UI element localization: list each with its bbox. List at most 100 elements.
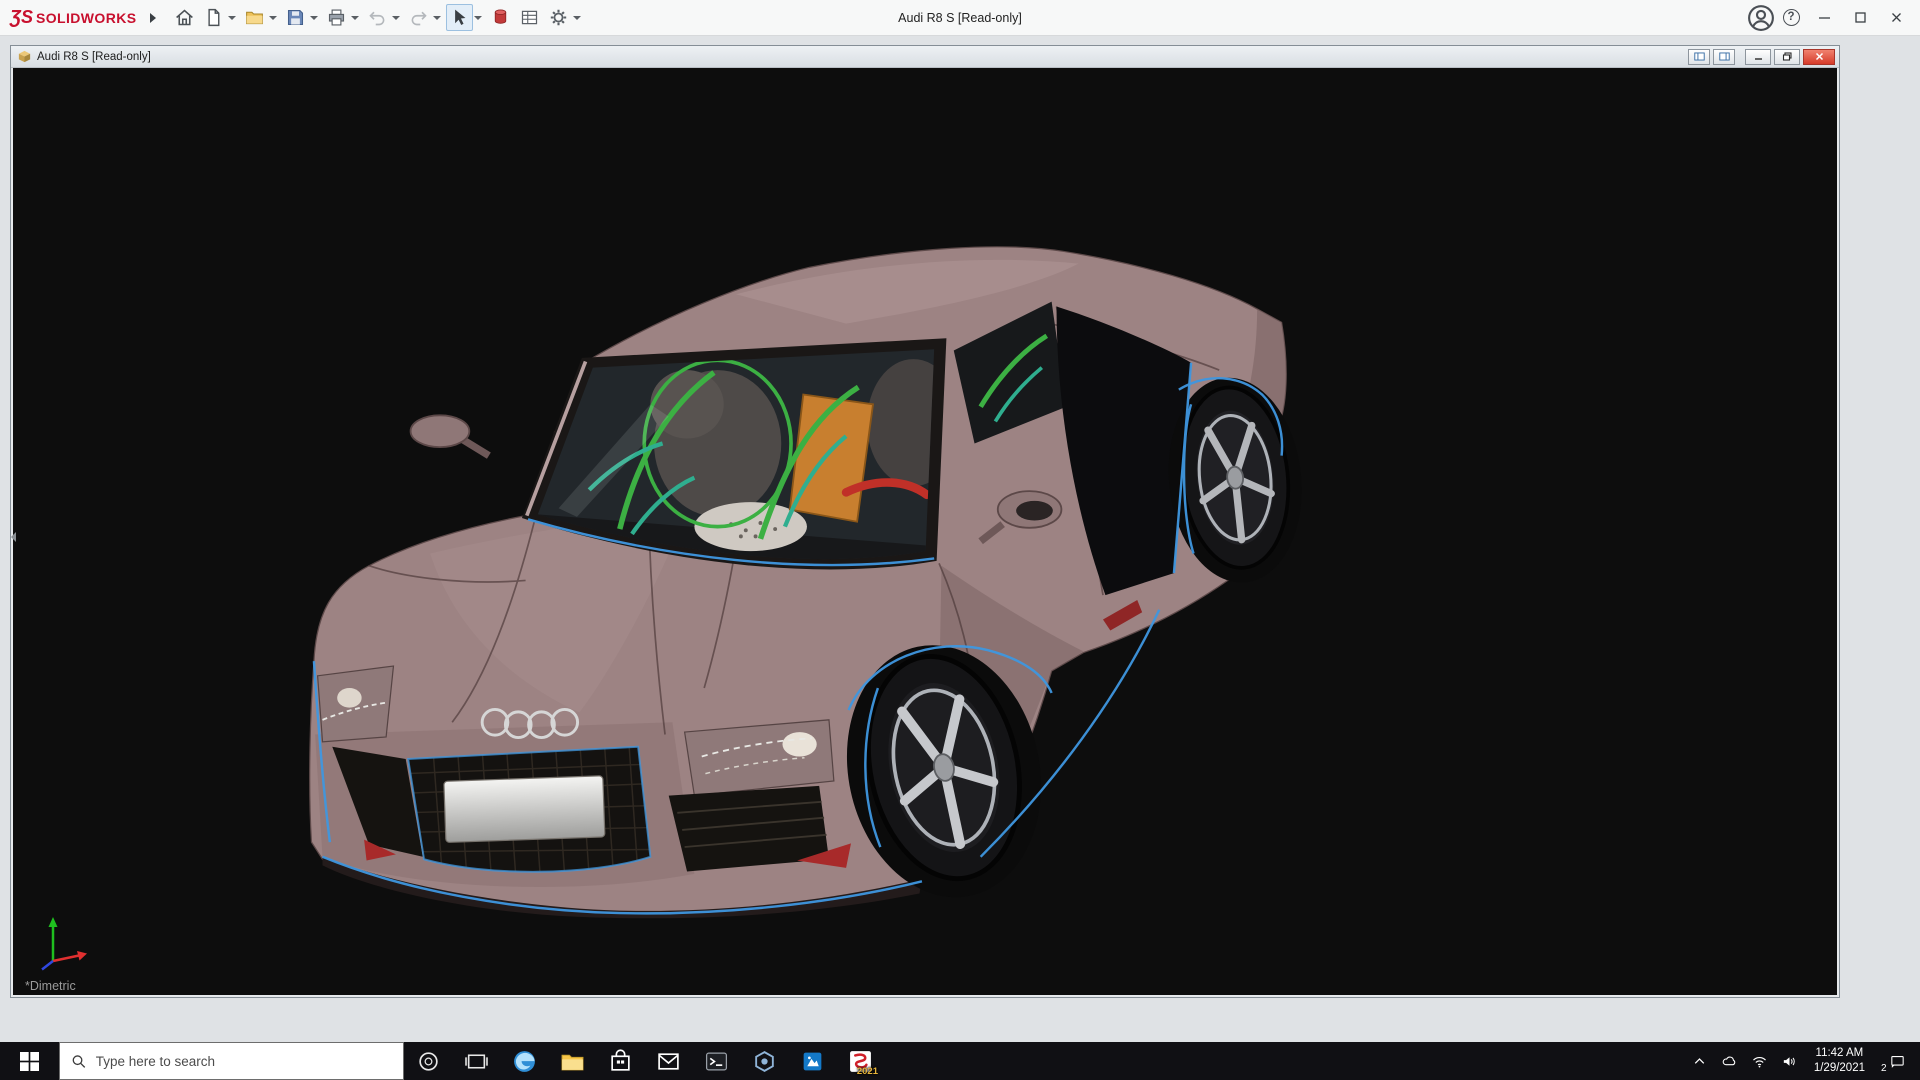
design-table-button[interactable] [516, 4, 543, 31]
select-tool-dropdown-caret[interactable] [474, 16, 482, 20]
3d-scene[interactable] [13, 68, 1837, 995]
edge-button[interactable] [500, 1042, 548, 1080]
cloud-icon [1721, 1053, 1738, 1070]
doc-close-button[interactable] [1803, 49, 1835, 65]
graphics-viewport[interactable]: *Dimetric [13, 68, 1837, 995]
open-button[interactable] [241, 4, 268, 31]
microsoft-store-button[interactable] [596, 1042, 644, 1080]
search-input[interactable] [96, 1054, 392, 1069]
redo-dropdown-caret[interactable] [433, 16, 441, 20]
mail-button[interactable] [644, 1042, 692, 1080]
terminal-button[interactable] [692, 1042, 740, 1080]
document-window: Audi R8 S [Read-only] [10, 45, 1840, 998]
chevron-left-icon [11, 532, 16, 542]
windows-taskbar: 2021 11:42 AM 1/29/2021 2 [0, 1042, 1920, 1080]
chevron-up-icon [1691, 1053, 1708, 1070]
display-pane-toggle-left[interactable] [1688, 49, 1710, 65]
doc-restore-button[interactable] [1774, 49, 1800, 65]
featuremanager-collapse-arrow[interactable] [10, 530, 17, 544]
menu-expand-arrow[interactable] [150, 13, 156, 23]
doc-restore-icon [1782, 52, 1793, 61]
app-toolbar: ƷS SOLIDWORKS Audi R8 S [Read-only] [0, 0, 1920, 36]
options-button[interactable] [545, 4, 572, 31]
car-model[interactable] [310, 247, 1312, 918]
red-cylinder-icon [490, 7, 511, 28]
view-orientation-label: *Dimetric [25, 979, 76, 993]
taskbar-search[interactable] [59, 1042, 404, 1080]
render-tool-button[interactable] [487, 4, 514, 31]
help-button[interactable]: ? [1776, 3, 1806, 33]
home-button[interactable] [171, 4, 198, 31]
tray-expand-button[interactable] [1685, 1042, 1715, 1080]
mail-icon [656, 1049, 681, 1074]
part-document-icon [17, 49, 32, 64]
gear-icon [548, 7, 569, 28]
doc-minimize-icon [1753, 52, 1764, 61]
task-view-button[interactable] [452, 1042, 500, 1080]
user-account-icon [1746, 3, 1776, 33]
home-icon [174, 7, 195, 28]
windows-logo-icon [20, 1052, 39, 1071]
maximize-icon [1853, 10, 1868, 25]
taskbar-clock[interactable]: 11:42 AM 1/29/2021 [1805, 1046, 1874, 1076]
document-title: Audi R8 S [Read-only] [37, 51, 151, 63]
save-button[interactable] [282, 4, 309, 31]
search-icon [71, 1053, 87, 1070]
speaker-icon [1781, 1053, 1798, 1070]
app-window-title: Audi R8 S [Read-only] [898, 11, 1022, 25]
solidworks-version-badge: 2021 [857, 1066, 878, 1077]
print-dropdown-caret[interactable] [351, 16, 359, 20]
doc-minimize-button[interactable] [1745, 49, 1771, 65]
photos-app-button[interactable] [788, 1042, 836, 1080]
network-tray-button[interactable] [1745, 1042, 1775, 1080]
open-folder-icon [244, 7, 265, 28]
start-button[interactable] [0, 1042, 59, 1080]
cortana-button[interactable] [404, 1042, 452, 1080]
file-explorer-button[interactable] [548, 1042, 596, 1080]
design-table-icon [519, 7, 540, 28]
document-titlebar[interactable]: Audi R8 S [Read-only] [11, 46, 1839, 68]
solidworks-logo: ƷS SOLIDWORKS [6, 7, 144, 28]
hexagon-app-icon [752, 1049, 777, 1074]
open-dropdown-caret[interactable] [269, 16, 277, 20]
close-icon [1889, 10, 1904, 25]
pane-right-icon [1719, 52, 1730, 61]
new-document-dropdown-caret[interactable] [228, 16, 236, 20]
print-icon [326, 7, 347, 28]
clock-time: 11:42 AM [1814, 1046, 1865, 1061]
undo-dropdown-caret[interactable] [392, 16, 400, 20]
minimize-icon [1817, 10, 1832, 25]
task-view-icon [464, 1049, 489, 1074]
notification-icon [1889, 1053, 1906, 1070]
pane-left-icon [1694, 52, 1705, 61]
onedrive-tray-button[interactable] [1715, 1042, 1745, 1080]
save-dropdown-caret[interactable] [310, 16, 318, 20]
undo-icon [367, 7, 388, 28]
photos-app-icon [800, 1049, 825, 1074]
account-button[interactable] [1746, 3, 1776, 33]
volume-tray-button[interactable] [1775, 1042, 1805, 1080]
orientation-triad [33, 909, 99, 973]
store-icon [608, 1049, 633, 1074]
new-document-button[interactable] [200, 4, 227, 31]
app-maximize-button[interactable] [1842, 0, 1878, 36]
app-close-button[interactable] [1878, 0, 1914, 36]
license-plate [444, 776, 605, 843]
options-dropdown-caret[interactable] [573, 16, 581, 20]
undo-button[interactable] [364, 4, 391, 31]
action-center-button[interactable]: 2 [1874, 1042, 1920, 1080]
hexagon-app-button[interactable] [740, 1042, 788, 1080]
app-minimize-button[interactable] [1806, 0, 1842, 36]
print-button[interactable] [323, 4, 350, 31]
doc-close-icon [1814, 52, 1825, 61]
redo-icon [408, 7, 429, 28]
solidworks-taskbar-button[interactable]: 2021 [836, 1042, 884, 1080]
edge-icon [512, 1049, 537, 1074]
notification-count-badge: 2 [1881, 1063, 1887, 1074]
cortana-icon [416, 1049, 441, 1074]
display-pane-toggle-right[interactable] [1713, 49, 1735, 65]
select-tool-button[interactable] [446, 4, 473, 31]
help-icon: ? [1783, 9, 1800, 26]
redo-button[interactable] [405, 4, 432, 31]
select-arrow-icon [449, 7, 470, 28]
